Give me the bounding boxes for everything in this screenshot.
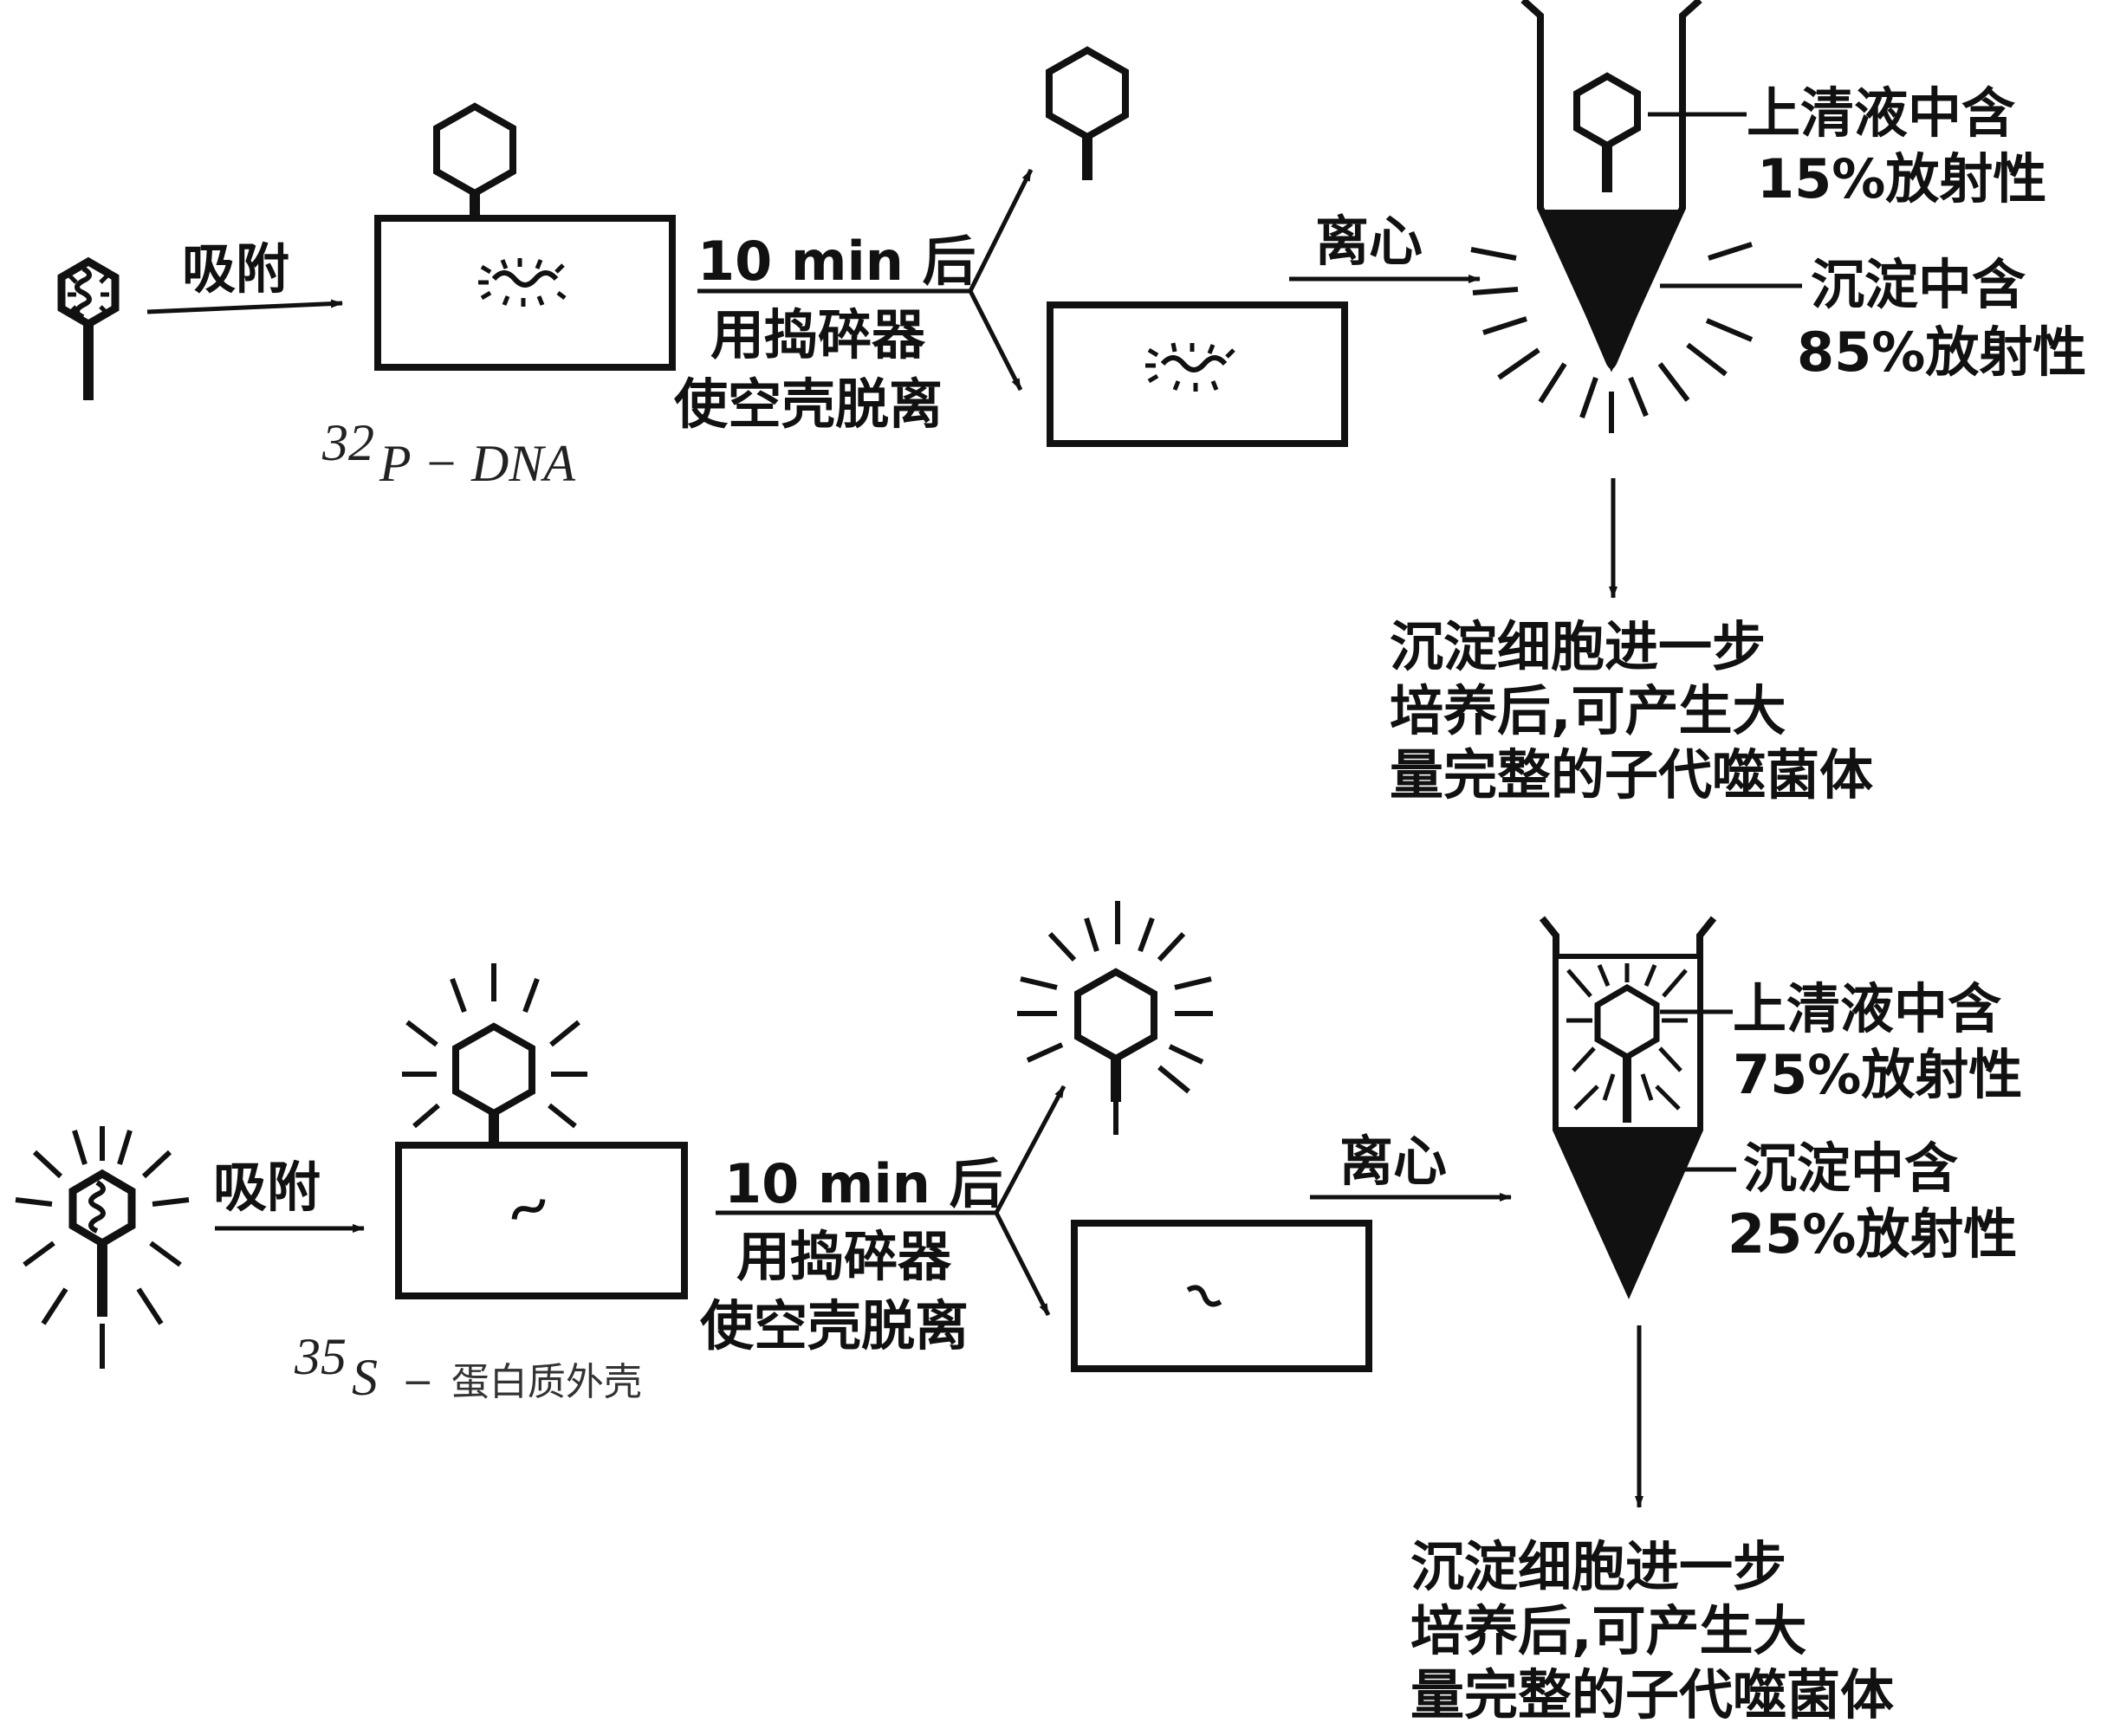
- infected-bacterium-icon: [374, 102, 676, 371]
- split-arrow-up-2: [994, 1085, 1066, 1215]
- result-line-2: 培养后,可产生大: [1390, 679, 1786, 742]
- centrifuge-label: 离心: [1315, 210, 1423, 273]
- step-detach-label: 使空壳脱离: [674, 372, 943, 436]
- label-35s-protein: 35 S − 蛋白质外壳: [294, 1328, 642, 1406]
- step-time-label-2: 10 min 后: [724, 1152, 1002, 1215]
- supernatant-percent-2: 75%放射性: [1733, 1043, 2022, 1106]
- phage-experiment-diagram: 吸附 32 P − DNA 10 min 后 用捣碎器 使空壳脱离 离心 上清液…: [15, 0, 2086, 1726]
- labeled-phage-protein-icon: [15, 1126, 190, 1369]
- experiment-dna-panel: 吸附 32 P − DNA 10 min 后 用捣碎器 使空壳脱离 离心 上清液…: [57, 0, 2086, 806]
- centrifuge-label-2: 离心: [1339, 1130, 1447, 1193]
- adsorb-label-2: 吸附: [213, 1156, 321, 1219]
- centrifuge-tube-icon: [1470, 0, 1754, 433]
- result-line-3-2: 量完整的子代噬菌体: [1410, 1663, 1894, 1726]
- bacterium-after-blend-icon: [1047, 301, 1348, 447]
- bacterium-after-blend-icon-2: [1071, 1220, 1372, 1372]
- pellet-label-2: 沉淀中含: [1743, 1137, 1958, 1200]
- label-32p-dna: 32 P − DNA: [321, 414, 575, 492]
- split-arrow-up: [968, 168, 1034, 293]
- glowing-capsid-icon: [1017, 901, 1213, 1135]
- adsorb-arrow: [146, 299, 343, 314]
- experiment-protein-panel: 吸附 35 S − 蛋白质外壳 10 min 后 用捣碎器 使空壳脱离 离心 上…: [15, 901, 2022, 1726]
- step-blender-label-2: 用捣碎器: [736, 1225, 952, 1288]
- empty-capsid-icon: [1046, 46, 1129, 180]
- adsorb-label: 吸附: [182, 237, 289, 301]
- result-line-2-2: 培养后,可产生大: [1410, 1599, 1807, 1662]
- pellet-label: 沉淀中含: [1811, 253, 2026, 316]
- step-time-label: 10 min 后: [697, 230, 976, 293]
- centrifuge-tube-icon-2: [1539, 916, 1717, 1299]
- pellet-percent-2: 25%放射性: [1728, 1202, 2017, 1266]
- infected-bacterium-icon-2: [395, 963, 688, 1299]
- result-line-1: 沉淀细胞进一步: [1390, 615, 1766, 678]
- labeled-phage-dna-icon: [57, 256, 120, 400]
- supernatant-label: 上清液中含: [1747, 81, 2015, 145]
- result-line-1-2: 沉淀细胞进一步: [1410, 1535, 1786, 1598]
- supernatant-percent: 15%放射性: [1757, 147, 2046, 211]
- supernatant-label-2: 上清液中含: [1733, 977, 2001, 1040]
- pellet-percent: 85%放射性: [1797, 321, 2086, 384]
- step-blender-label: 用捣碎器: [710, 303, 926, 366]
- split-arrow-down: [968, 289, 1023, 392]
- result-line-3: 量完整的子代噬菌体: [1390, 743, 1873, 806]
- split-arrow-down-2: [994, 1211, 1051, 1317]
- step-detach-label-2: 使空壳脱离: [700, 1294, 969, 1357]
